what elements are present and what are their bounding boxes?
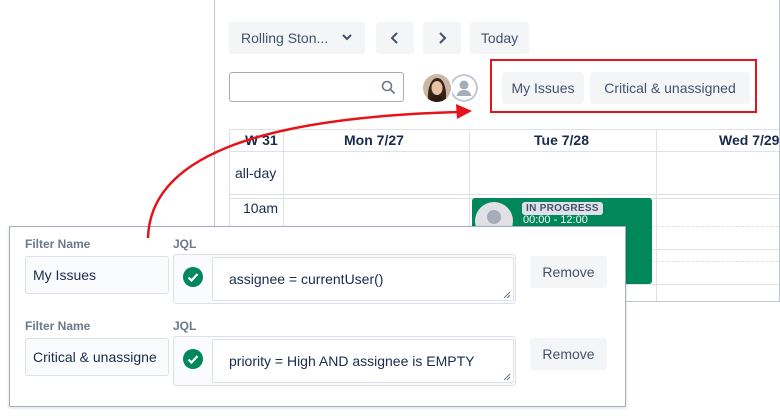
- jql-field[interactable]: priority = High AND assignee is EMPTY: [173, 336, 516, 386]
- time-label-10am: 10am: [243, 200, 279, 216]
- filter-buttons-highlight: [490, 59, 757, 113]
- search-icon: [381, 80, 396, 95]
- default-user-icon: [450, 74, 478, 102]
- remove-filter-button[interactable]: Remove: [530, 256, 607, 288]
- day-header-mon[interactable]: Mon 7/27: [344, 132, 404, 148]
- user-avatar[interactable]: [421, 72, 453, 104]
- valid-check-icon: [183, 267, 203, 287]
- grid-line: [229, 129, 779, 130]
- user-photo-icon: [423, 74, 451, 102]
- chevron-down-icon: [342, 34, 352, 41]
- grid-line: [656, 129, 657, 301]
- project-select-label: Rolling Ston...: [241, 30, 329, 46]
- jql-field[interactable]: assignee = currentUser(): [173, 254, 516, 304]
- resize-grip-icon[interactable]: [503, 373, 511, 381]
- day-header-tue[interactable]: Tue 7/28: [534, 132, 589, 148]
- remove-filter-button[interactable]: Remove: [530, 338, 607, 370]
- jql-label: JQL: [173, 237, 197, 251]
- chevron-right-icon: [439, 32, 447, 44]
- resize-grip-icon[interactable]: [503, 291, 511, 299]
- allday-label: all-day: [235, 165, 277, 181]
- filter-name-field[interactable]: Critical & unassigne: [25, 338, 169, 376]
- filter-name-label: Filter Name: [25, 319, 91, 333]
- event-time: 00:00 - 12:00: [523, 214, 588, 226]
- jql-input[interactable]: priority = High AND assignee is EMPTY: [212, 339, 514, 383]
- week-number: W 31: [245, 132, 278, 148]
- valid-check-icon: [183, 349, 203, 369]
- jql-input[interactable]: assignee = currentUser(): [212, 257, 514, 301]
- today-button[interactable]: Today: [470, 22, 529, 54]
- filter-config-panel: Filter Name JQL My Issues assignee = cur…: [9, 226, 626, 407]
- search-input[interactable]: [229, 72, 404, 102]
- filter-name-field[interactable]: My Issues: [25, 256, 169, 294]
- grid-line: [229, 194, 779, 195]
- prev-week-button[interactable]: [376, 22, 414, 54]
- chevron-left-icon: [390, 32, 398, 44]
- project-select[interactable]: Rolling Ston...: [229, 22, 365, 54]
- grid-line: [229, 151, 779, 152]
- next-week-button[interactable]: [423, 22, 461, 54]
- jql-label: JQL: [173, 319, 197, 333]
- filter-name-label: Filter Name: [25, 237, 91, 251]
- day-header-wed[interactable]: Wed 7/29: [719, 132, 779, 148]
